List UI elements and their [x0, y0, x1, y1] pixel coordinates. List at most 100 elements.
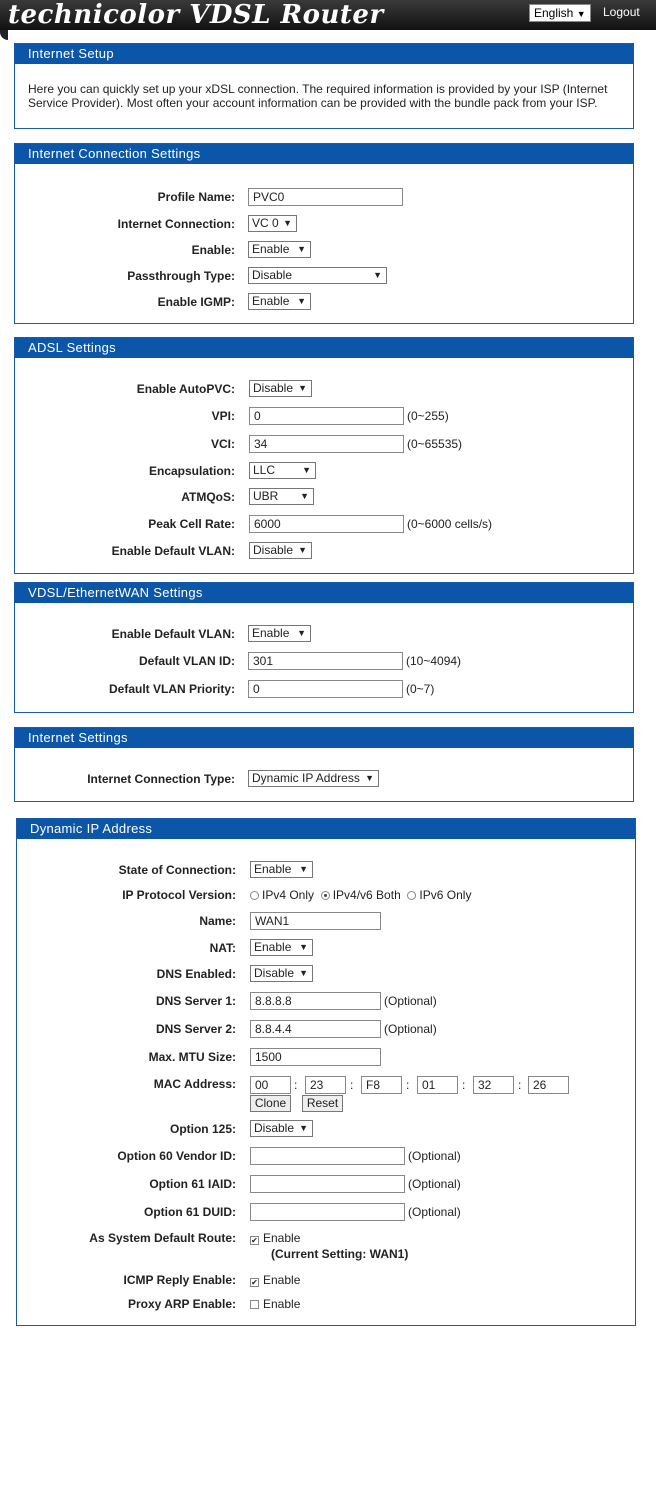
option61-iaid-input[interactable] [250, 1175, 405, 1193]
dns2-label: DNS Server 2: [155, 1022, 236, 1036]
mac-separator: : [518, 1078, 522, 1092]
passthrough-select[interactable]: Disable ▼ [248, 267, 387, 284]
peak-cell-rate-label: Peak Cell Rate: [148, 517, 235, 531]
adsl-vlan-label: Enable Default VLAN: [111, 544, 235, 558]
reset-button[interactable]: Reset [302, 1095, 343, 1112]
mac-octet-6[interactable]: 26 [528, 1076, 569, 1094]
dns1-hint: (Optional) [384, 994, 437, 1008]
mac-octet-5[interactable]: 32 [473, 1076, 514, 1094]
autopvc-select[interactable]: Disable ▼ [249, 380, 312, 397]
vlan-priority-hint: (0~7) [406, 682, 435, 696]
dns-enabled-label: DNS Enabled: [156, 967, 236, 981]
vci-hint: (0~65535) [407, 437, 463, 451]
proxy-arp-enable-label: Enable [263, 1297, 301, 1311]
ipv6-only-radio[interactable] [407, 891, 417, 900]
chevron-down-icon: ▼ [297, 296, 306, 306]
vci-label: VCI: [211, 437, 235, 451]
chevron-down-icon: ▼ [300, 491, 309, 501]
state-select[interactable]: Enable ▼ [250, 861, 313, 878]
mac-separator: : [406, 1078, 410, 1092]
chevron-down-icon: ▼ [297, 244, 306, 254]
mac-octet-1[interactable]: 00 [250, 1076, 291, 1094]
igmp-label: Enable IGMP: [157, 295, 235, 309]
dns1-input[interactable]: 8.8.8.8 [250, 992, 381, 1010]
nat-label: NAT: [209, 941, 236, 955]
current-setting-text: (Current Setting: WAN1) [271, 1247, 409, 1261]
option60-input[interactable] [250, 1147, 405, 1165]
option61-duid-hint: (Optional) [408, 1205, 461, 1219]
adsl-settings-panel: ADSL Settings Enable AutoPVC: Disable ▼ V… [14, 337, 634, 574]
vlan-id-hint: (10~4094) [406, 654, 462, 668]
ipv4-only-radio[interactable] [250, 891, 259, 900]
adsl-vlan-select[interactable]: Disable ▼ [249, 542, 312, 559]
vpi-hint: (0~255) [407, 409, 449, 423]
option61-duid-label: Option 61 DUID: [144, 1205, 236, 1219]
chevron-down-icon: ▼ [373, 270, 382, 280]
default-route-label: As System Default Route: [89, 1231, 236, 1245]
internet-connection-select[interactable]: VC 0 ▼ [248, 215, 297, 232]
language-select[interactable]: English ▼ [529, 4, 591, 22]
vpi-input[interactable]: 0 [249, 407, 404, 425]
vdsl-vlan-select[interactable]: Enable ▼ [248, 625, 311, 642]
igmp-select[interactable]: Enable ▼ [248, 293, 311, 310]
ipv4-v6-both-label: IPv4/v6 Both [332, 888, 401, 902]
brand-logo: technicolor VDSL Router [8, 0, 384, 30]
icmp-checkbox[interactable]: ✔ [250, 1278, 259, 1287]
internet-settings-panel: Internet Settings Internet Connection Ty… [14, 727, 634, 802]
select-value: Enable [252, 242, 290, 256]
mac-octet-3[interactable]: F8 [361, 1076, 402, 1094]
option60-hint: (Optional) [408, 1149, 461, 1163]
connection-type-select[interactable]: Dynamic IP Address ▼ [248, 770, 379, 787]
ipv4-v6-both-radio[interactable] [320, 891, 330, 900]
encapsulation-select[interactable]: LLC ▼ [249, 462, 316, 479]
vlan-id-input[interactable]: 301 [248, 652, 403, 670]
option61-iaid-hint: (Optional) [408, 1177, 461, 1191]
profile-name-input[interactable]: PVC0 [248, 188, 403, 206]
panel-title: Internet Settings [15, 728, 633, 748]
passthrough-label: Passthrough Type: [127, 269, 235, 283]
clone-button[interactable]: Clone [250, 1095, 291, 1112]
dns2-input[interactable]: 8.8.4.4 [250, 1020, 381, 1038]
mtu-input[interactable]: 1500 [250, 1048, 381, 1066]
option61-duid-input[interactable] [250, 1203, 405, 1221]
select-value: VC 0 [252, 216, 279, 230]
enable-select[interactable]: Enable ▼ [248, 241, 311, 258]
mac-label: MAC Address: [153, 1077, 236, 1091]
proxy-arp-checkbox[interactable] [250, 1300, 259, 1309]
select-value: Disable [253, 543, 294, 557]
vlan-priority-input[interactable]: 0 [248, 680, 403, 698]
peak-cell-rate-hint: (0~6000 cells/s) [407, 517, 493, 531]
select-value: Enable [254, 862, 292, 876]
internet-setup-panel: Internet Setup Here you can quickly set … [14, 43, 634, 129]
logout-link[interactable]: Logout [603, 5, 640, 19]
mac-octet-2[interactable]: 23 [305, 1076, 346, 1094]
vci-input[interactable]: 34 [249, 435, 404, 453]
connection-settings-panel: Internet Connection Settings Profile Nam… [14, 143, 634, 324]
name-input[interactable]: WAN1 [250, 912, 381, 930]
profile-name-label: Profile Name: [157, 190, 235, 204]
ipv4-only-label: IPv4 Only [262, 888, 315, 902]
option60-label: Option 60 Vendor ID: [117, 1149, 236, 1163]
proxy-arp-label: Proxy ARP Enable: [127, 1297, 236, 1311]
default-route-checkbox[interactable]: ✔ [250, 1236, 259, 1245]
dns-enabled-select[interactable]: Disable ▼ [250, 965, 313, 982]
internet-connection-label: Internet Connection: [117, 217, 235, 231]
chevron-down-icon: ▼ [365, 773, 374, 783]
vdsl-vlan-label: Enable Default VLAN: [111, 627, 235, 641]
select-value: Dynamic IP Address [252, 771, 360, 785]
chevron-down-icon: ▼ [297, 628, 306, 638]
atmqos-select[interactable]: UBR ▼ [249, 488, 314, 505]
encapsulation-label: Encapsulation: [148, 464, 235, 478]
panel-title: Dynamic IP Address [17, 819, 635, 839]
nat-select[interactable]: Enable ▼ [250, 939, 313, 956]
chevron-down-icon: ▼ [298, 383, 307, 393]
peak-cell-rate-input[interactable]: 6000 [249, 515, 404, 533]
default-route-enable-label: Enable [263, 1231, 301, 1245]
top-header: technicolor VDSL Router English ▼ Logout [0, 0, 656, 40]
mac-octet-4[interactable]: 01 [417, 1076, 458, 1094]
vlan-priority-label: Default VLAN Priority: [108, 682, 235, 696]
chevron-down-icon: ▼ [576, 9, 586, 19]
dns1-label: DNS Server 1: [155, 994, 236, 1008]
option125-select[interactable]: Disable ▼ [250, 1120, 313, 1137]
enable-label: Enable: [191, 243, 235, 257]
